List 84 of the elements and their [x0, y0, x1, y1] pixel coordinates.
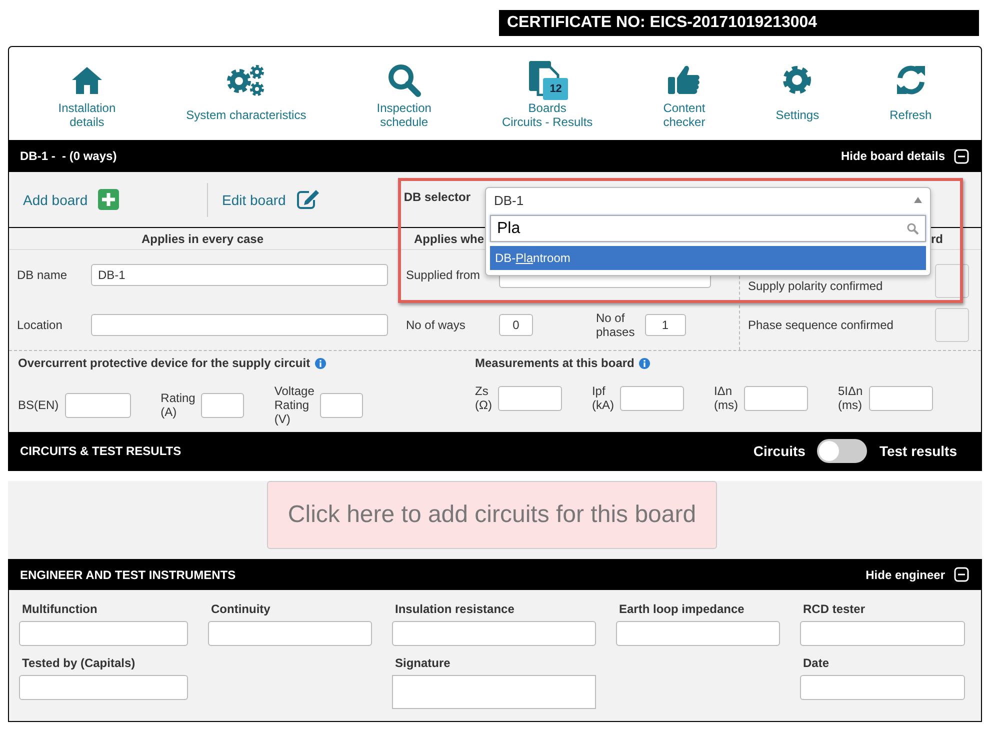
field-label: IΔn (ms)	[714, 384, 738, 412]
field-label: Multifunction	[21, 602, 98, 616]
toggle-switch[interactable]	[817, 439, 868, 463]
text-field[interactable]	[64, 392, 131, 418]
add-circuits-button[interactable]: Click here to add circuits for this board	[267, 481, 717, 549]
text-field[interactable]	[498, 386, 562, 410]
search-icon	[387, 63, 422, 97]
text-field[interactable]	[744, 386, 808, 410]
field-label: DB name	[17, 268, 68, 282]
text-field[interactable]	[201, 392, 244, 418]
search-icon	[907, 222, 919, 234]
number-field[interactable]: 0	[499, 314, 533, 336]
field-label: Phase sequence confirmed	[748, 318, 894, 332]
field-label: No of phases	[596, 311, 635, 339]
toolbar-button[interactable]: Inspection schedule	[376, 47, 432, 129]
field-label: BS(EN)	[18, 398, 59, 412]
thumbs-up-icon	[667, 64, 702, 96]
field-label: Location	[17, 318, 64, 332]
toggle-label: Test results	[878, 443, 958, 459]
field-label: Earth loop impedance	[618, 602, 746, 616]
settings-icon	[781, 64, 814, 96]
tick-box[interactable]	[935, 264, 969, 298]
field-label: RCD tester	[802, 602, 866, 616]
signature-field[interactable]	[392, 675, 596, 709]
section-title: CIRCUITS & TEST RESULTS	[20, 444, 182, 458]
board-action-link[interactable]: Add board	[23, 182, 208, 216]
select-field[interactable]: DB-1	[486, 188, 930, 212]
toolbar-button[interactable]: Installation details	[58, 47, 116, 129]
text-field[interactable]	[19, 675, 188, 700]
toolbar-button[interactable]: Content checker	[663, 47, 706, 129]
text-field[interactable]: DB-1	[91, 264, 388, 286]
text-field[interactable]	[392, 621, 596, 646]
field-label: Supplied from	[406, 268, 482, 282]
section-title: ENGINEER AND TEST INSTRUMENTS	[20, 568, 236, 582]
board-action-link[interactable]: Edit board	[222, 189, 320, 210]
field-label: Ipf (kA)	[592, 384, 614, 412]
text-field[interactable]	[868, 386, 933, 410]
field-label: Supply polarity confirmed	[748, 279, 884, 293]
text-field[interactable]	[800, 675, 965, 700]
dropdown-option[interactable]: DB-Plantroom	[490, 246, 926, 270]
field-label: Signature	[394, 656, 452, 670]
collapse-icon	[954, 567, 969, 582]
count-badge: 12	[543, 78, 568, 100]
text-field[interactable]	[800, 621, 965, 646]
search-field[interactable]: Pla	[490, 215, 926, 242]
db-selector-label: DB selector	[404, 189, 471, 204]
info-icon	[315, 358, 326, 368]
text-field[interactable]	[616, 621, 780, 646]
field-label: Date	[802, 656, 830, 670]
text-field[interactable]	[620, 386, 684, 410]
tick-box[interactable]	[935, 308, 969, 342]
field-label: No of ways	[406, 318, 466, 332]
caret-icon	[914, 197, 922, 203]
toolbar-button[interactable]: System characteristics	[186, 47, 306, 129]
field-label: Tested by (Capitals)	[21, 656, 136, 670]
number-field[interactable]: 1	[644, 314, 686, 336]
section-heading: Measurements at this board	[475, 356, 634, 370]
field-label: 5IΔn (ms)	[838, 384, 863, 412]
field-label: Rating (A)	[160, 391, 196, 419]
column-heading: Applies in every case	[141, 232, 264, 246]
text-field[interactable]	[91, 314, 388, 336]
text-field[interactable]	[19, 621, 188, 646]
board-title: DB-1 - - (0 ways)	[20, 149, 117, 163]
field-label: Voltage Rating (V)	[274, 384, 314, 426]
text-field[interactable]	[208, 621, 372, 646]
field-label: Zs (Ω)	[475, 384, 492, 412]
collapse-icon	[954, 148, 969, 164]
toolbar-button[interactable]: 12 Boards Circuits - Results	[502, 47, 593, 129]
toolbar-button[interactable]: Refresh	[890, 47, 932, 129]
info-icon	[639, 358, 650, 368]
edit-icon	[296, 189, 320, 210]
certificate-number: CERTIFICATE NO: EICS-20171019213004	[499, 10, 979, 36]
section-heading: Overcurrent protective device for the supply circuit	[18, 356, 310, 370]
column-heading: rd	[931, 232, 943, 246]
hide-board-details-button[interactable]: Hide board details	[840, 148, 969, 164]
home-icon	[70, 65, 103, 95]
column-heading: Applies whe	[414, 232, 484, 246]
plus-icon	[98, 189, 119, 210]
field-label: Continuity	[210, 602, 272, 616]
field-label: Insulation resistance	[394, 602, 516, 616]
hide-engineer-button[interactable]: Hide engineer	[866, 567, 969, 582]
toolbar-button[interactable]: Settings	[776, 47, 820, 129]
text-field[interactable]	[320, 392, 364, 418]
toggle-label: Circuits	[752, 443, 806, 459]
